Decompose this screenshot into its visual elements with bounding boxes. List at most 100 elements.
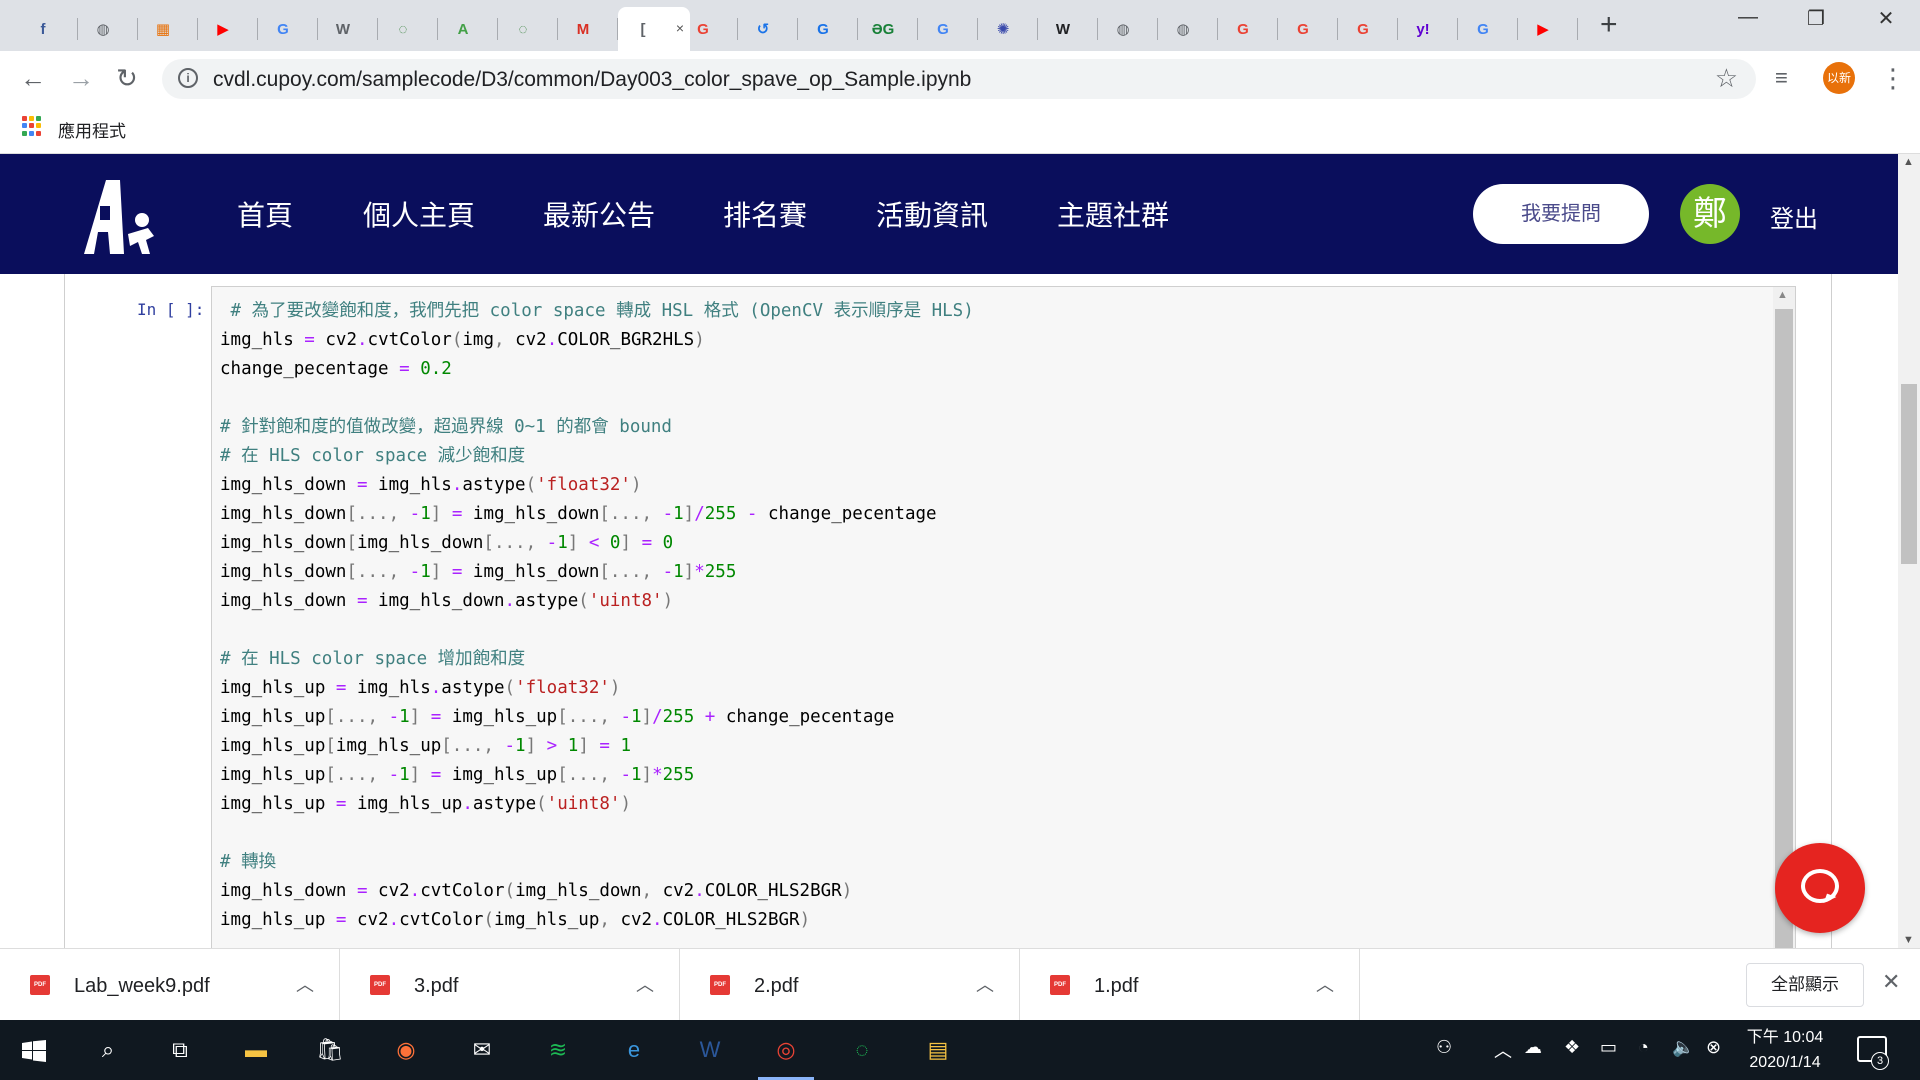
browser-tab[interactable]: y! <box>1398 7 1458 51</box>
show-all-downloads-button[interactable]: 全部顯示 <box>1746 963 1864 1007</box>
apps-bookmark[interactable]: 應用程式 <box>58 117 126 142</box>
volume-icon[interactable]: 🔈 <box>1672 1037 1694 1058</box>
download-filename[interactable]: 1.pdf <box>1094 975 1138 998</box>
browser-tab[interactable]: G <box>1278 7 1338 51</box>
nav-profile[interactable]: 個人主頁 <box>363 194 475 234</box>
mail-icon[interactable]: ✉ <box>462 1030 502 1070</box>
nav-community[interactable]: 主題社群 <box>1057 194 1169 234</box>
reload-button[interactable]: ↻ <box>116 63 138 94</box>
edge-icon[interactable]: e <box>614 1030 654 1070</box>
windows-start-icon[interactable] <box>22 1040 46 1062</box>
onedrive-icon[interactable]: ☁ <box>1524 1037 1542 1058</box>
browser-tab[interactable]: ◌ <box>378 7 438 51</box>
chevron-up-icon[interactable]: ︿ <box>636 971 654 997</box>
chevron-up-icon[interactable]: ︿ <box>1316 971 1334 997</box>
browser-tab[interactable]: ▶ <box>198 7 258 51</box>
browser-tab[interactable]: ◍ <box>78 7 138 51</box>
tab-separator <box>1577 18 1578 40</box>
browser-tab[interactable]: ▦ <box>138 7 198 51</box>
browser-tab[interactable]: G <box>1458 7 1518 51</box>
circle-app-icon[interactable]: ◌ <box>842 1030 882 1070</box>
nav-ranking[interactable]: 排名賽 <box>723 194 807 234</box>
forward-button[interactable]: → <box>68 63 94 94</box>
page-scrollbar-thumb[interactable] <box>1901 384 1917 564</box>
search-icon[interactable]: ⌕ <box>88 1030 128 1070</box>
firefox-icon[interactable]: ◉ <box>386 1030 426 1070</box>
spotify-icon[interactable]: ≋ <box>538 1030 578 1070</box>
nav-events[interactable]: 活動資訊 <box>876 194 988 234</box>
browser-tab[interactable]: ◍ <box>1098 7 1158 51</box>
no-entry-icon[interactable]: ⊗ <box>1706 1037 1721 1058</box>
browser-tab[interactable]: ↺ <box>738 7 798 51</box>
browser-tab[interactable]: G <box>258 7 318 51</box>
media-control-icon[interactable]: ≡ <box>1775 65 1788 91</box>
dropbox-icon[interactable]: ❖ <box>1564 1037 1580 1058</box>
browser-tab[interactable]: G <box>678 7 738 51</box>
bookmark-star-icon[interactable]: ☆ <box>1715 63 1738 94</box>
chrome-icon[interactable]: ◎ <box>758 1030 814 1080</box>
download-item[interactable]: PDF 2.pdf ︿ <box>680 949 1020 1021</box>
browser-tab[interactable]: W <box>318 7 378 51</box>
system-clock[interactable]: 下午 10:04 2020/1/14 <box>1740 1025 1830 1075</box>
browser-tab[interactable]: ✺ <box>978 7 1038 51</box>
nav-home[interactable]: 首頁 <box>237 194 293 234</box>
browser-tab[interactable]: ◍ <box>1158 7 1218 51</box>
user-avatar[interactable]: 鄭 <box>1680 184 1740 244</box>
browser-tab[interactable]: A <box>438 7 498 51</box>
wifi-icon[interactable]: ◔ <box>1638 1037 1649 1058</box>
menu-icon[interactable]: ⋮ <box>1880 63 1906 94</box>
scroll-up-arrow-icon[interactable]: ▲ <box>1777 289 1788 301</box>
download-filename[interactable]: 2.pdf <box>754 975 798 998</box>
people-icon[interactable]: ⚇ <box>1436 1037 1452 1058</box>
download-item[interactable]: PDF 3.pdf ︿ <box>340 949 680 1021</box>
site-logo[interactable] <box>62 176 158 256</box>
download-filename[interactable]: 3.pdf <box>414 975 458 998</box>
scroll-down-arrow-icon[interactable]: ▼ <box>1903 934 1914 946</box>
battery-icon[interactable]: ▭ <box>1600 1037 1617 1058</box>
browser-tab[interactable]: G <box>918 7 978 51</box>
cell-scrollbar-thumb[interactable] <box>1775 309 1793 948</box>
logout-link[interactable]: 登出 <box>1770 199 1818 234</box>
browser-tab[interactable]: G <box>1338 7 1398 51</box>
chat-support-button[interactable] <box>1775 843 1865 933</box>
store-icon[interactable]: 🛍 <box>310 1030 350 1070</box>
close-window-button[interactable]: ✕ <box>1866 6 1906 31</box>
profile-avatar[interactable]: 以新 <box>1823 62 1855 94</box>
download-item[interactable]: PDF Lab_week9.pdf ︿ <box>0 949 340 1021</box>
site-info-icon[interactable]: i <box>178 68 198 88</box>
browser-tab[interactable]: W <box>1038 7 1098 51</box>
browser-tab[interactable]: G <box>1218 7 1278 51</box>
browser-tab[interactable]: f <box>18 7 78 51</box>
download-filename[interactable]: Lab_week9.pdf <box>74 975 210 998</box>
address-bar[interactable]: i cvdl.cupoy.com/samplecode/D3/common/Da… <box>162 59 1756 99</box>
code-token: ( <box>451 330 463 350</box>
browser-tab[interactable]: M <box>558 7 618 51</box>
file-explorer-icon[interactable]: ▬ <box>236 1030 276 1070</box>
browser-tab[interactable]: ƏG <box>858 7 918 51</box>
python-file-icon[interactable]: ▤ <box>918 1030 958 1070</box>
cell-scrollbar[interactable]: ▲ <box>1773 287 1795 948</box>
code-editor[interactable]: # 為了要改變飽和度，我們先把 color space 轉成 HSL 格式 (O… <box>220 297 974 935</box>
page-scrollbar[interactable]: ▲ ▼ <box>1898 154 1920 948</box>
code-token: 255 <box>704 562 737 582</box>
apps-grid-icon[interactable] <box>22 116 42 136</box>
chevron-up-icon[interactable]: ︿ <box>296 971 314 997</box>
word-icon[interactable]: W <box>690 1030 730 1070</box>
restore-button[interactable]: ❐ <box>1796 6 1836 31</box>
code-cell-input[interactable]: # 為了要改變飽和度，我們先把 color space 轉成 HSL 格式 (O… <box>211 286 1796 948</box>
scroll-up-arrow-icon[interactable]: ▲ <box>1903 156 1914 168</box>
nav-announcements[interactable]: 最新公告 <box>543 194 655 234</box>
close-downloads-icon[interactable]: ✕ <box>1882 969 1900 995</box>
new-tab-button[interactable]: + <box>1600 10 1618 40</box>
chevron-up-icon[interactable]: ︿ <box>976 971 994 997</box>
tray-expand-icon[interactable]: ︿ <box>1494 1037 1512 1063</box>
browser-tab[interactable]: G <box>798 7 858 51</box>
download-item[interactable]: PDF 1.pdf ︿ <box>1020 949 1360 1021</box>
back-button[interactable]: ← <box>20 63 46 94</box>
minimize-button[interactable]: — <box>1728 6 1768 29</box>
url-text[interactable]: cvdl.cupoy.com/samplecode/D3/common/Day0… <box>213 68 971 92</box>
browser-tab[interactable]: ◌ <box>498 7 558 51</box>
ask-question-button[interactable]: 我要提問 <box>1473 184 1649 244</box>
browser-tab[interactable]: ▶ <box>1518 7 1578 51</box>
task-view-icon[interactable]: ⧉ <box>160 1030 200 1070</box>
